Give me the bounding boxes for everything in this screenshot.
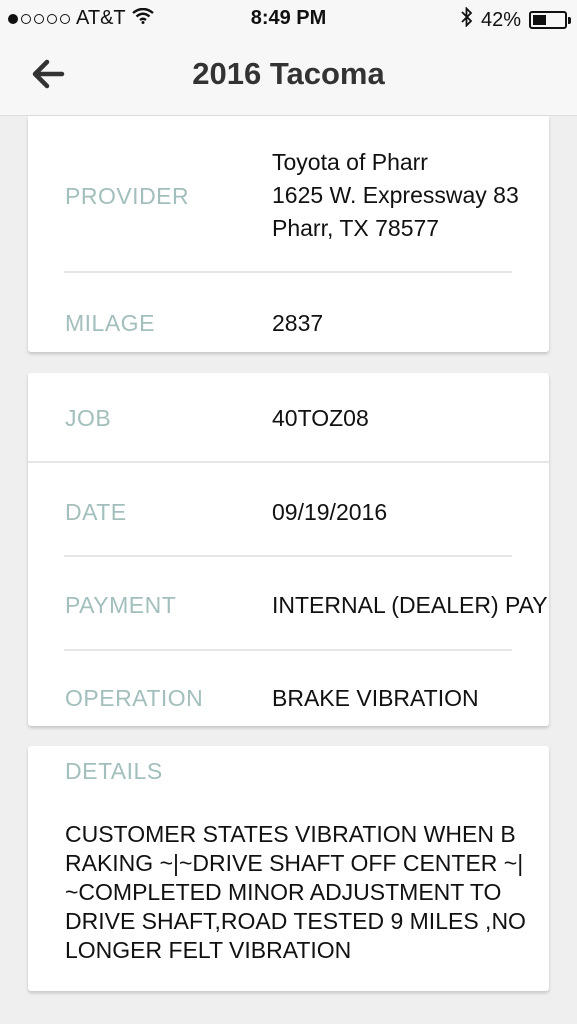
date-value: 09/19/2016 bbox=[272, 499, 388, 525]
provider-city: Pharr, TX 78577 bbox=[272, 215, 440, 241]
divider bbox=[64, 555, 512, 557]
payment-value: INTERNAL (DEALER) PAY bbox=[272, 592, 548, 618]
provider-card: PROVIDER Toyota of Pharr 1625 W. Express… bbox=[28, 116, 549, 352]
provider-label: PROVIDER bbox=[65, 183, 190, 209]
job-label: JOB bbox=[65, 405, 112, 431]
provider-address: Toyota of Pharr 1625 W. Expressway 83 Ph… bbox=[272, 146, 519, 245]
operation-label: OPERATION bbox=[65, 685, 204, 711]
operation-value: BRAKE VIBRATION bbox=[272, 685, 479, 711]
date-label: DATE bbox=[65, 499, 127, 525]
divider bbox=[64, 649, 512, 651]
divider bbox=[64, 271, 512, 273]
battery-percent: 42% bbox=[480, 8, 521, 31]
job-card: JOB 40TOZ08 DATE 09/19/2016 PAYMENT INTE… bbox=[28, 373, 549, 726]
details-card: DETAILS CUSTOMER STATES VIBRATION WHEN B… bbox=[28, 746, 549, 991]
battery-icon bbox=[529, 11, 571, 29]
job-value: 40TOZ08 bbox=[272, 405, 369, 431]
provider-street: 1625 W. Expressway 83 bbox=[272, 182, 519, 208]
provider-name: Toyota of Pharr bbox=[272, 149, 428, 175]
status-right: 42% bbox=[461, 6, 571, 33]
nav-bar: 2016 Tacoma bbox=[0, 38, 577, 116]
details-label: DETAILS bbox=[65, 758, 163, 784]
status-bar: AT&T 8:49 PM 42% bbox=[0, 0, 577, 38]
divider bbox=[28, 461, 549, 463]
milage-value: 2837 bbox=[272, 310, 324, 336]
page-title: 2016 Tacoma bbox=[192, 56, 385, 91]
details-text: CUSTOMER STATES VIBRATION WHEN B RAKING … bbox=[65, 821, 526, 963]
milage-label: MILAGE bbox=[65, 310, 155, 336]
payment-label: PAYMENT bbox=[65, 592, 177, 618]
bluetooth-icon bbox=[461, 6, 473, 33]
battery-fill bbox=[533, 15, 546, 25]
